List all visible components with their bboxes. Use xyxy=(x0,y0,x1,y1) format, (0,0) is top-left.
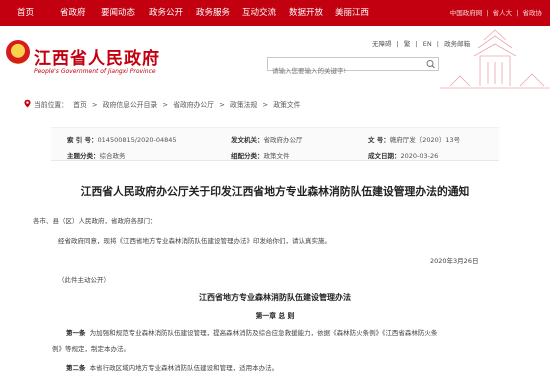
nav-item-province-gov[interactable]: 省政府 xyxy=(60,0,86,26)
topic-category-value: 综合政务 xyxy=(99,152,126,160)
breadcrumb: 当前位置： 首页 > 政府信息公开目录 > 省政府办公厅 > 政策法规 > 政策… xyxy=(0,93,550,115)
breadcrumb-label: 当前位置： xyxy=(34,101,68,109)
divider: | xyxy=(486,9,489,17)
article-2-label: 第二条 xyxy=(66,364,86,372)
link-provincial-congress[interactable]: 省人大 xyxy=(493,9,513,17)
search-input[interactable] xyxy=(268,65,418,77)
index-number-label: 索 引 号： xyxy=(67,136,98,144)
written-date-label: 成文日期： xyxy=(368,152,401,160)
salutation: 各市、县（区）人民政府，省政府各部门： xyxy=(33,217,157,225)
body-paragraph: 经省政府同意，现将《江西省地方专业森林消防队伍建设管理办法》印发给你们，请认真实… xyxy=(58,237,331,245)
divider: | xyxy=(415,40,418,48)
nav-item-open-data[interactable]: 数据开放 xyxy=(289,0,323,26)
disclosure-note: （此件主动公开） xyxy=(58,276,110,284)
breadcrumb-info-catalog[interactable]: 政府信息公开目录 xyxy=(103,101,157,109)
breadcrumb-separator: > xyxy=(219,101,225,109)
header-utility-links: 无障碍 | 繁 | EN | 政务邮箱 xyxy=(372,38,473,48)
divider: | xyxy=(396,40,399,48)
document-number-value: 赣府厅发〔2020〕13号 xyxy=(389,136,461,144)
site-header: 江西省人民政府 People's Government of Jiangxi P… xyxy=(0,26,550,90)
search-icon[interactable] xyxy=(425,59,437,69)
assembly-category-value: 政策文件 xyxy=(263,152,290,160)
pavilion-skyline-icon xyxy=(440,29,550,89)
national-emblem-icon xyxy=(6,40,30,64)
site-title[interactable]: 江西省人民政府 xyxy=(34,44,160,69)
topic-category-label: 主题分类： xyxy=(67,152,100,160)
divider: | xyxy=(436,40,439,48)
written-date-value: 2020-03-26 xyxy=(400,152,439,160)
search-box xyxy=(267,57,439,77)
link-gov-email[interactable]: 政务邮箱 xyxy=(444,40,470,48)
document-metadata-table: 索 引 号：014500815/2020-04845 发文机关：省政府办公厅 文… xyxy=(51,127,499,161)
breadcrumb-separator: > xyxy=(162,101,169,109)
nav-item-interaction[interactable]: 互动交流 xyxy=(242,0,276,26)
breadcrumb-policy-documents[interactable]: 政策文件 xyxy=(273,101,300,109)
breadcrumb-policies-regulations[interactable]: 政策法规 xyxy=(230,101,257,109)
article-2-text: 本省行政区域内地方专业森林消防队伍建设和管理，适用本办法。 xyxy=(89,364,279,372)
link-cppcc[interactable]: 省政协 xyxy=(523,9,543,17)
article-1-line-2: 例》等规定，制定本办法。 xyxy=(52,345,130,353)
chapter-heading: 第一章 总 则 xyxy=(255,312,295,320)
nav-item-gov-affairs[interactable]: 政务公开 xyxy=(149,0,183,26)
issuing-authority-label: 发文机关： xyxy=(231,136,264,144)
article-1-text: 为加强和规范专业森林消防队伍建设管理，提高森林消防及综合应急救援能力，依据《森林… xyxy=(89,329,438,337)
link-traditional-chinese[interactable]: 繁 xyxy=(404,40,411,48)
article-1-line-1: 第一条 为加强和规范专业森林消防队伍建设管理，提高森林消防及综合应急救援能力，依… xyxy=(66,327,437,337)
link-central-gov[interactable]: 中国政府网 xyxy=(450,9,483,17)
index-number-value: 014500815/2020-04845 xyxy=(97,136,177,144)
location-icon xyxy=(24,99,31,108)
link-english[interactable]: EN xyxy=(423,40,432,48)
top-nav-external-links: 中国政府网 | 省人大 | 省政协 xyxy=(448,0,542,26)
assembly-category-label: 组配分类： xyxy=(231,152,264,160)
document-number-label: 文 号： xyxy=(368,136,390,144)
breadcrumb-separator: > xyxy=(91,101,98,109)
breadcrumb-home[interactable]: 首页 xyxy=(73,101,87,109)
breadcrumb-general-office[interactable]: 省政府办公厅 xyxy=(173,101,214,109)
site-subtitle: People's Government of Jiangxi Province xyxy=(34,68,156,75)
document-title: 江西省人民政府办公厅关于印发江西省地方专业森林消防队伍建设管理办法的通知 xyxy=(80,185,470,198)
article-2: 第二条 本省行政区域内地方专业森林消防队伍建设和管理，适用本办法。 xyxy=(66,362,278,372)
article-1-label: 第一条 xyxy=(66,329,86,337)
nav-item-news[interactable]: 要闻动态 xyxy=(101,0,135,26)
divider: | xyxy=(516,9,519,17)
nav-item-services[interactable]: 政务服务 xyxy=(196,0,230,26)
attachment-title: 江西省地方专业森林消防队伍建设管理办法 xyxy=(199,293,351,302)
issuing-authority-value: 省政府办公厅 xyxy=(263,136,303,144)
link-accessibility[interactable]: 无障碍 xyxy=(372,40,392,48)
nav-item-home[interactable]: 首页 xyxy=(17,0,34,26)
nav-item-beautiful-jiangxi[interactable]: 美丽江西 xyxy=(335,0,369,26)
top-nav-bar: 首页 省政府 要闻动态 政务公开 政务服务 互动交流 数据开放 美丽江西 中国政… xyxy=(0,0,550,26)
breadcrumb-separator: > xyxy=(262,101,269,109)
signing-date: 2020年3月26日 xyxy=(430,257,479,265)
